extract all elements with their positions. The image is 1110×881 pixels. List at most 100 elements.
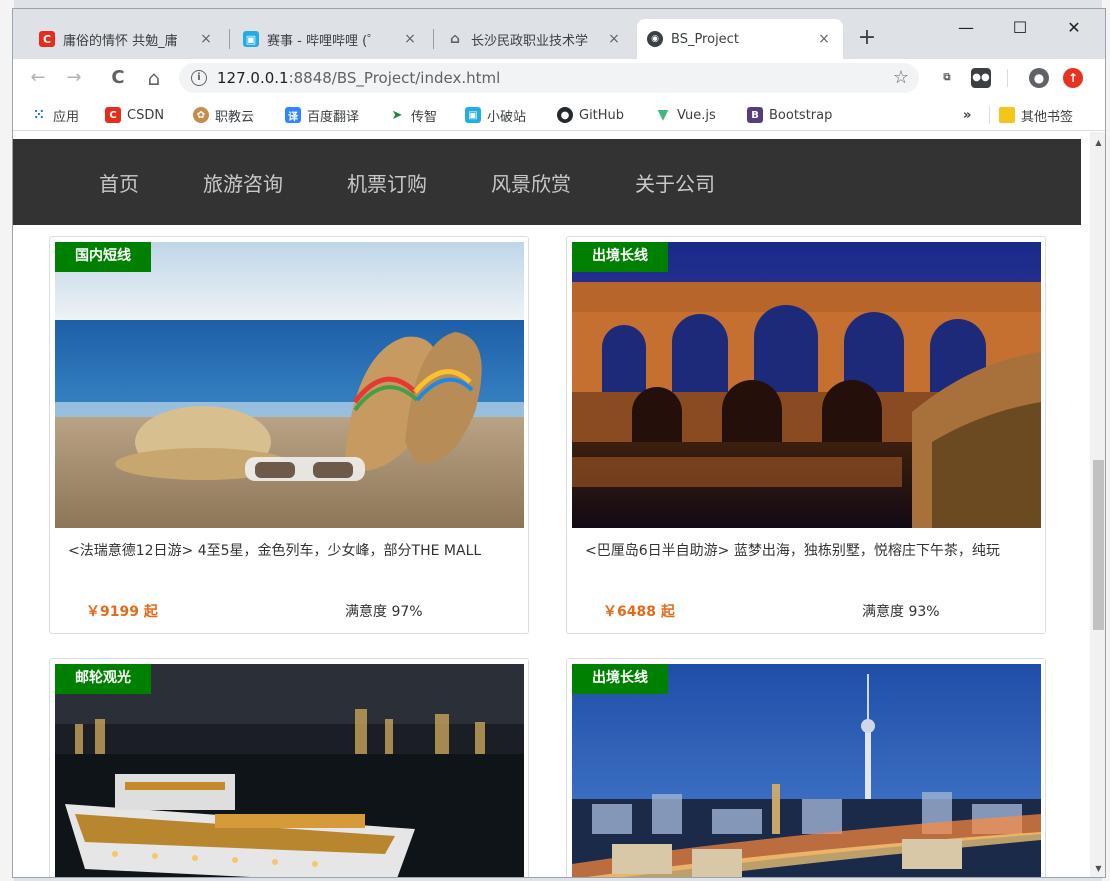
home-icon[interactable]: ⌂ — [141, 65, 167, 91]
scrollbar-thumb[interactable] — [1093, 460, 1104, 630]
tour-price: ￥6488 起 — [603, 604, 675, 620]
tour-card[interactable]: 出境长线 <巴厘岛6日半自助游> 蓝梦出海，独栋别墅，悦榕庄下午茶，纯玩 ￥64… — [566, 236, 1046, 634]
tab-bs-project[interactable]: ◉ BS_Project × — [637, 19, 843, 59]
scroll-up-icon[interactable]: ▲ — [1090, 134, 1105, 151]
category-tag: 国内短线 — [55, 242, 151, 272]
tab-bilibili[interactable]: ▣ 赛事 - 哔哩哔哩 (゜ × — [233, 19, 429, 59]
bookmark-label: GitHub — [579, 107, 625, 123]
bookmark-bootstrap[interactable]: B Bootstrap — [747, 105, 832, 125]
bookmark-apps[interactable]: ⁙ 应用 — [31, 105, 79, 125]
close-window-button[interactable]: ✕ — [1051, 13, 1097, 43]
bookmark-zhijiaoyun[interactable]: ✿ 职教云 — [193, 105, 254, 125]
csdn-icon: C — [105, 107, 121, 123]
bookmark-label: CSDN — [127, 107, 165, 123]
browser-toolbar: ← → C ⌂ i 127.0.0.1:8848/BS_Project/inde… — [13, 59, 1105, 97]
url-host: 127.0.0.1 — [217, 69, 289, 87]
tour-satisfaction: 满意度 97% — [345, 604, 423, 620]
tour-photo-beach[interactable]: 国内短线 — [55, 242, 524, 528]
tab-csdn[interactable]: C 庸俗的情怀 共勉_庸 × — [29, 19, 225, 59]
vue-icon: ▼ — [657, 107, 669, 123]
tab-close-icon[interactable]: × — [605, 31, 623, 47]
back-icon[interactable]: ← — [25, 65, 51, 91]
bilibili-icon: ▣ — [465, 107, 481, 123]
nav-flight-booking[interactable]: 机票订购 — [347, 168, 427, 197]
profile-icon[interactable]: ● — [1029, 68, 1049, 88]
nav-travel-info[interactable]: 旅游咨询 — [203, 168, 283, 197]
bookmark-baidu-translate[interactable]: 译 百度翻译 — [285, 105, 359, 125]
tour-photo-cruise[interactable]: 邮轮观光 — [55, 664, 524, 877]
tour-photo-aqueduct[interactable]: 出境长线 — [572, 242, 1041, 528]
bookmarks-overflow-button[interactable]: » — [963, 105, 971, 125]
tour-card[interactable]: 邮轮观光 — [49, 658, 529, 877]
nav-home[interactable]: 首页 — [99, 168, 139, 197]
bookmark-chuanzhi[interactable]: ➤ 传智 — [389, 105, 437, 125]
bookmark-label: 职教云 — [215, 109, 255, 125]
category-tag: 出境长线 — [572, 242, 668, 272]
new-tab-button[interactable]: + — [853, 25, 881, 53]
tour-price: ￥9199 起 — [86, 604, 158, 620]
site-info-icon[interactable]: i — [191, 70, 207, 86]
bookmark-label: 小破站 — [487, 109, 527, 125]
tour-photo-city[interactable]: 出境长线 — [572, 664, 1041, 877]
tab-strip: C 庸俗的情怀 共勉_庸 × ▣ 赛事 - 哔哩哔哩 (゜ × ⌂ 长沙民政职业… — [13, 9, 1105, 59]
nav-about-company[interactable]: 关于公司 — [635, 168, 715, 197]
page-scrollbar[interactable]: ▲ ▼ — [1090, 132, 1105, 877]
url-path: :8848/BS_Project/index.html — [288, 69, 501, 87]
globe-icon: ◉ — [647, 31, 663, 47]
cast-icon[interactable]: ⧉ — [937, 68, 957, 88]
tab-close-icon[interactable]: × — [401, 31, 419, 47]
reload-icon[interactable]: C — [105, 65, 131, 91]
bookmark-label: 百度翻译 — [307, 109, 360, 125]
house-icon: ⌂ — [449, 31, 461, 47]
tab-title: 长沙民政职业技术学 — [471, 33, 589, 49]
translate-icon: 译 — [285, 107, 301, 123]
other-bookmarks[interactable]: 其他书签 — [999, 105, 1073, 125]
tab-divider — [229, 29, 230, 49]
apps-grid-icon: ⁙ — [33, 107, 45, 123]
bookmark-csdn[interactable]: C CSDN — [105, 105, 164, 125]
address-bar[interactable]: i 127.0.0.1:8848/BS_Project/index.html ☆ — [179, 63, 919, 93]
bookmark-vue[interactable]: ▼ Vue.js — [655, 105, 716, 125]
nav-scenery[interactable]: 风景欣赏 — [491, 168, 571, 197]
tab-title: 庸俗的情怀 共勉_庸 — [63, 33, 178, 49]
minimize-button[interactable]: — — [943, 13, 989, 43]
category-tag: 邮轮观光 — [55, 664, 151, 694]
forward-icon[interactable]: → — [61, 65, 87, 91]
other-bookmarks-label: 其他书签 — [1021, 109, 1074, 125]
tab-college[interactable]: ⌂ 长沙民政职业技术学 × — [437, 19, 633, 59]
tab-close-icon[interactable]: × — [815, 31, 833, 47]
tab-divider — [433, 29, 434, 49]
zhijiaoyun-icon: ✿ — [193, 107, 209, 123]
bookmark-github[interactable]: ● GitHub — [557, 105, 624, 125]
bookmark-label: Vue.js — [677, 107, 716, 123]
scroll-down-icon[interactable]: ▼ — [1090, 860, 1105, 877]
bilibili-icon: ▣ — [243, 31, 259, 47]
github-icon: ● — [557, 107, 573, 123]
page-viewport: 首页 旅游咨询 机票订购 风景欣赏 关于公司 国内短线 <法瑞意德12日游> 4… — [13, 132, 1105, 877]
bookmark-star-icon[interactable]: ☆ — [893, 67, 909, 88]
toolbar-divider — [1007, 69, 1008, 87]
extension-icon[interactable]: ●● — [971, 68, 991, 88]
bookmark-label: Bootstrap — [769, 107, 833, 123]
site-navbar: 首页 旅游咨询 机票订购 风景欣赏 关于公司 — [13, 139, 1081, 225]
bookmarks-divider — [989, 106, 990, 124]
tour-card[interactable]: 出境长线 — [566, 658, 1046, 877]
tour-description: <法瑞意德12日游> 4至5星，金色列车，少女峰，部分THE MALL — [68, 543, 482, 559]
folder-icon — [999, 107, 1015, 123]
tour-satisfaction: 满意度 93% — [862, 604, 940, 620]
bookmark-bilibili[interactable]: ▣ 小破站 — [465, 105, 526, 125]
bookmarks-bar: ⁙ 应用 C CSDN ✿ 职教云 译 百度翻译 ➤ 传智 ▣ 小破站 ● Gi… — [13, 97, 1105, 131]
tour-card[interactable]: 国内短线 <法瑞意德12日游> 4至5星，金色列车，少女峰，部分THE MALL… — [49, 236, 529, 634]
category-tag: 出境长线 — [572, 664, 668, 694]
tour-description: <巴厘岛6日半自助游> 蓝梦出海，独栋别墅，悦榕庄下午茶，纯玩 — [585, 543, 1000, 559]
tab-title: 赛事 - 哔哩哔哩 (゜ — [267, 33, 381, 49]
browser-window: C 庸俗的情怀 共勉_庸 × ▣ 赛事 - 哔哩哔哩 (゜ × ⌂ 长沙民政职业… — [12, 8, 1106, 878]
bookmark-label: 传智 — [411, 109, 438, 125]
chuanzhi-icon: ➤ — [391, 107, 403, 123]
bookmark-label: 应用 — [53, 109, 80, 125]
bootstrap-icon: B — [747, 107, 763, 123]
maximize-button[interactable]: ☐ — [997, 13, 1043, 43]
update-icon[interactable]: ↑ — [1063, 68, 1083, 88]
tab-title: BS_Project — [671, 31, 739, 47]
tab-close-icon[interactable]: × — [197, 31, 215, 47]
